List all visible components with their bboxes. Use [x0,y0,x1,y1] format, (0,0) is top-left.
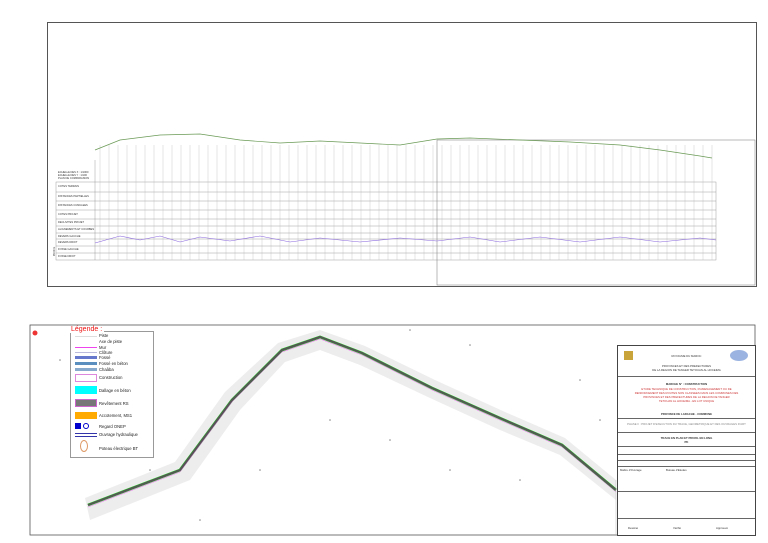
legend-item: Axe de piste [99,339,123,344]
market-label: MARCHE N° : CONSTRUCTION [665,382,708,386]
region-line: DE LA REGION DE TANGER TETOUAN AL HOCEIM… [652,368,721,372]
legend-item: Regard ONEP [99,424,126,429]
culvert-icon [75,433,97,437]
profile-table [55,160,717,261]
terrain-line [94,133,713,159]
legend-item: Poteau électrique BT [99,446,139,451]
legend-item: Accotement, MS1 [99,413,133,418]
legend-item: Piste [99,333,109,338]
chaaba-swatch [75,368,97,371]
north-marker [32,330,38,336]
checked-label: Vérifié [673,526,681,530]
drawn-label: Dessiné [628,526,639,530]
kingdom-label: ROYAUME DU MAROC [671,354,702,358]
survey-point [389,439,391,441]
wall-swatch [75,347,97,348]
legend-item: Fossé [99,355,111,360]
survey-point [149,469,151,471]
phase-label: PHASE II : PROJET D'EXECUTION DU TRACE, … [627,422,746,426]
electric-pole-icon [80,440,88,452]
concrete-ditch-swatch [75,362,97,365]
legend-item: Dallage en béton [99,388,131,393]
survey-point [519,479,521,481]
province-label: PROVINCE DE LARACHE - COMMUNE [661,412,712,416]
legend-item: Fossé en béton [99,361,128,366]
legend-item: Revêtement RS [99,401,129,406]
fence-swatch [75,352,97,353]
study-line: TETOUAN AL HOCEIMA - EN LOT UNIQUE [658,399,715,403]
legend-title: Légende : [69,326,105,333]
legend: Légende : Piste Axe de piste Mur Clôture… [69,326,154,458]
shoulder-swatch [75,412,97,419]
survey-point [409,329,411,331]
survey-point [449,469,451,471]
title-block: ROYAUME DU MAROC PROVINCES ET DES PREFEC… [617,345,756,536]
manhole-round-icon [83,423,89,429]
concrete-paving-swatch [75,386,97,394]
rs-coating-swatch [75,399,97,407]
construction-swatch [75,374,97,382]
survey-point [599,419,601,421]
devers-curve [94,235,717,244]
manhole-icon [75,423,81,429]
profile-frame-right [436,139,756,286]
owner-label: Maître d'Ouvrage [620,468,642,472]
survey-point [59,359,61,361]
survey-point [259,469,261,471]
ditch-swatch [75,356,97,359]
survey-point [469,344,471,346]
approved-label: Approuvé [716,526,728,530]
legend-item: Chaâba [99,367,114,372]
profile-stations [99,145,713,260]
drawing-subtitle: PK [684,440,689,444]
legend-item: Construction [99,375,123,380]
survey-point [199,519,201,521]
legend-item: Ouvrage hydraulique [99,432,138,437]
consultant-label: Bureau d'Etudes [666,468,687,472]
survey-point [579,379,581,381]
survey-point [329,419,331,421]
piste-swatch [75,336,97,337]
